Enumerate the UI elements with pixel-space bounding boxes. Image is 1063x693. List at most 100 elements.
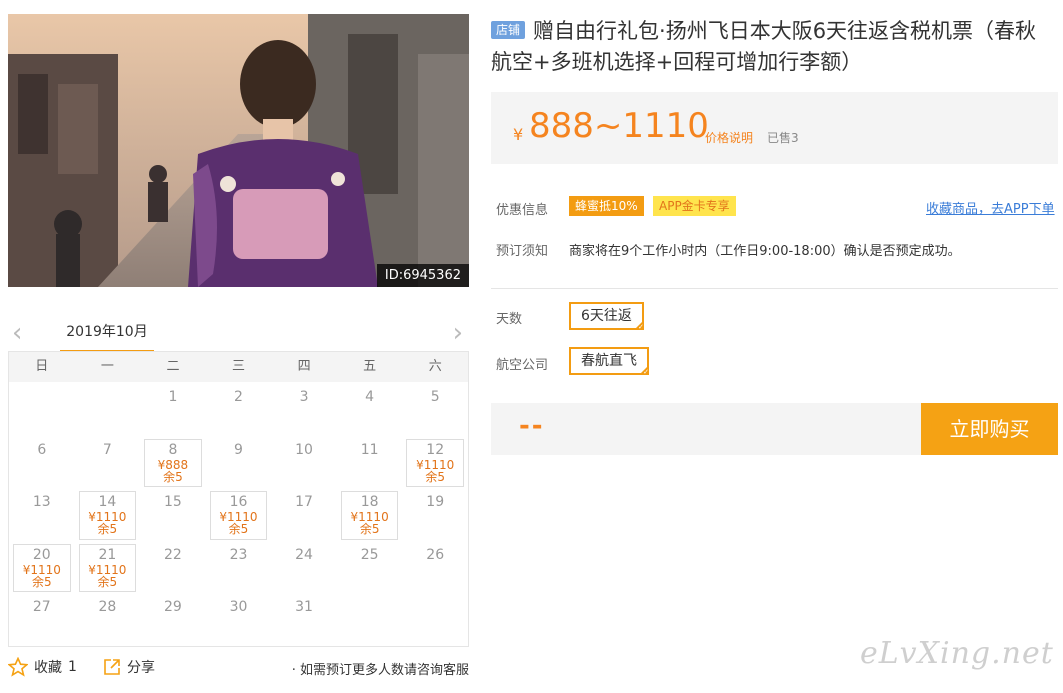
calendar-day: 30 xyxy=(206,594,272,647)
price-explanation-link[interactable]: 价格说明 xyxy=(705,129,753,146)
calendar-day-number: 23 xyxy=(229,546,248,563)
calendar-day-available[interactable]: 18 ¥1110 余5 xyxy=(337,489,403,542)
calendar-day-available[interactable]: 12 ¥1110 余5 xyxy=(402,437,468,490)
calendar-day: 24 xyxy=(271,542,337,595)
notice-label: 预订须知 xyxy=(496,244,549,259)
days-option-label: 6天往返 xyxy=(581,308,632,324)
calendar-day-number: 24 xyxy=(295,546,313,563)
kimono-street-image xyxy=(8,14,469,287)
calendar-day-number: 30 xyxy=(229,599,248,615)
share-label: 分享 xyxy=(127,660,155,676)
calendar-day-price: ¥1110 xyxy=(88,562,127,577)
weekday: 四 xyxy=(297,359,311,374)
calendar-grid: 1 2 3 4 5 6 7 8 ¥888 余5 9 10 11 12 ¥1110 余5 13 14 ¥1110 余5 1… xyxy=(9,382,468,647)
notice-text: 商家将在9个工作小时内（工作日9:00-18:00）确认是否预定成功。 xyxy=(569,244,961,259)
airline-option-selected[interactable]: 春航直飞 xyxy=(569,347,649,376)
product-title-block: 店铺 赠自由行礼包·扬州飞日本大阪6天往返含税机票（春秋航空+多班机选择+回程可增… xyxy=(491,16,1051,78)
share-button[interactable]: 分享 xyxy=(103,657,155,677)
airline-option-label: 春航直飞 xyxy=(581,353,637,369)
calendar-day: 13 xyxy=(9,489,75,542)
calendar-prev-button[interactable]: ‹ xyxy=(12,320,22,346)
calendar-day-number: 12 xyxy=(426,441,445,458)
total-price: -- xyxy=(519,411,545,441)
airline-label: 航空公司 xyxy=(496,358,549,373)
favorite-app-link[interactable]: 收藏商品，去APP下单 xyxy=(926,198,1055,217)
calendar-day-number: 7 xyxy=(102,441,112,458)
calendar-day: 1 xyxy=(140,384,206,437)
price-box: ¥ 888~1110 价格说明 已售3 xyxy=(491,92,1058,164)
calendar-day-number: 31 xyxy=(295,599,313,615)
calendar-day: 19 xyxy=(402,489,468,542)
calendar: 日 一 二 三 四 五 六 1 2 3 4 5 6 7 8 ¥888 余5 9 10 11 12 ¥1110… xyxy=(8,351,469,647)
favorite-label: 收藏 xyxy=(34,660,62,676)
honey-discount-tag: 蜂蜜抵10% xyxy=(569,196,644,216)
calendar-next-button[interactable]: › xyxy=(453,320,463,346)
calendar-day-number: 25 xyxy=(360,546,379,563)
buy-bar: -- 立即购买 xyxy=(491,403,1058,455)
calendar-day: 25 xyxy=(337,542,403,595)
divider xyxy=(491,288,1058,289)
calendar-day-number: 28 xyxy=(98,599,117,615)
check-corner-icon xyxy=(633,320,644,331)
star-icon xyxy=(8,657,28,677)
calendar-day-stock: 余5 xyxy=(163,469,183,484)
days-option-selected[interactable]: 6天往返 xyxy=(569,302,644,331)
calendar-day: 6 xyxy=(9,437,75,490)
calendar-day-price: ¥1110 xyxy=(22,562,61,577)
calendar-day-number: 5 xyxy=(430,389,440,405)
calendar-day: 9 xyxy=(206,437,272,490)
calendar-day-number: 15 xyxy=(164,494,182,510)
calendar-header: ‹ 2019年10月 › xyxy=(8,318,469,354)
calendar-day-stock: 余5 xyxy=(97,522,118,536)
calendar-day-available[interactable]: 16 ¥1110 余5 xyxy=(206,489,272,542)
calendar-day: 28 xyxy=(75,594,141,647)
calendar-day-number: 9 xyxy=(234,441,243,458)
calendar-day-number: 22 xyxy=(164,546,182,563)
shop-badge: 店铺 xyxy=(491,21,526,39)
photo-id-label: ID:6945362 xyxy=(376,264,469,287)
weekday: 三 xyxy=(232,359,246,374)
calendar-day-number: 4 xyxy=(365,389,375,405)
calendar-day: 23 xyxy=(206,542,272,595)
calendar-day: 4 xyxy=(337,384,403,437)
weekday: 一 xyxy=(100,359,114,374)
discount-label: 优惠信息 xyxy=(496,203,549,218)
consult-note: · 如需预订更多人数请咨询客服 xyxy=(291,663,469,678)
calendar-day: 5 xyxy=(402,384,468,437)
days-label: 天数 xyxy=(496,312,523,327)
calendar-month-tab[interactable]: 2019年10月 xyxy=(60,318,154,353)
calendar-day-number: 20 xyxy=(32,546,51,563)
site-watermark: eLvXing.net xyxy=(860,636,1054,671)
calendar-day-available[interactable]: 21 ¥1110 余5 xyxy=(75,542,141,595)
app-gold-card-tag: APP金卡专享 xyxy=(653,196,736,216)
calendar-day-available[interactable]: 20 ¥1110 余5 xyxy=(9,542,75,595)
calendar-day: 11 xyxy=(337,437,403,490)
calendar-day-number: 17 xyxy=(295,494,313,510)
share-icon xyxy=(104,659,120,675)
product-photo: ID:6945362 xyxy=(8,14,469,287)
calendar-day-stock: 余5 xyxy=(425,469,446,484)
calendar-day: 31 xyxy=(271,594,337,647)
calendar-day: 29 xyxy=(140,594,206,647)
calendar-day-number: 10 xyxy=(295,441,313,458)
calendar-day-number: 29 xyxy=(164,599,182,615)
calendar-day-number xyxy=(75,384,141,388)
buy-now-button[interactable]: 立即购买 xyxy=(921,403,1058,455)
favorite-button[interactable]: 收藏 1 xyxy=(8,657,77,677)
calendar-day-number: 1 xyxy=(168,389,178,405)
calendar-day xyxy=(9,384,75,437)
calendar-day-number: 26 xyxy=(426,546,445,563)
calendar-day: 27 xyxy=(9,594,75,647)
calendar-day-number: 13 xyxy=(32,494,51,510)
calendar-day-number: 3 xyxy=(299,389,309,405)
bottom-actions: 收藏 1 分享 · 如需预订更多人数请咨询客服 xyxy=(8,655,469,681)
calendar-day-price: ¥1110 xyxy=(416,457,455,472)
calendar-day-number: 21 xyxy=(98,546,117,563)
calendar-day-number: 6 xyxy=(37,441,47,458)
calendar-day-number: 16 xyxy=(229,494,248,510)
calendar-day-stock: 余5 xyxy=(97,574,118,589)
calendar-day: 22 xyxy=(140,542,206,595)
calendar-weekdays: 日 一 二 三 四 五 六 xyxy=(9,352,468,382)
calendar-day-available[interactable]: 14 ¥1110 余5 xyxy=(75,489,141,542)
calendar-day-available[interactable]: 8 ¥888 余5 xyxy=(140,437,206,490)
